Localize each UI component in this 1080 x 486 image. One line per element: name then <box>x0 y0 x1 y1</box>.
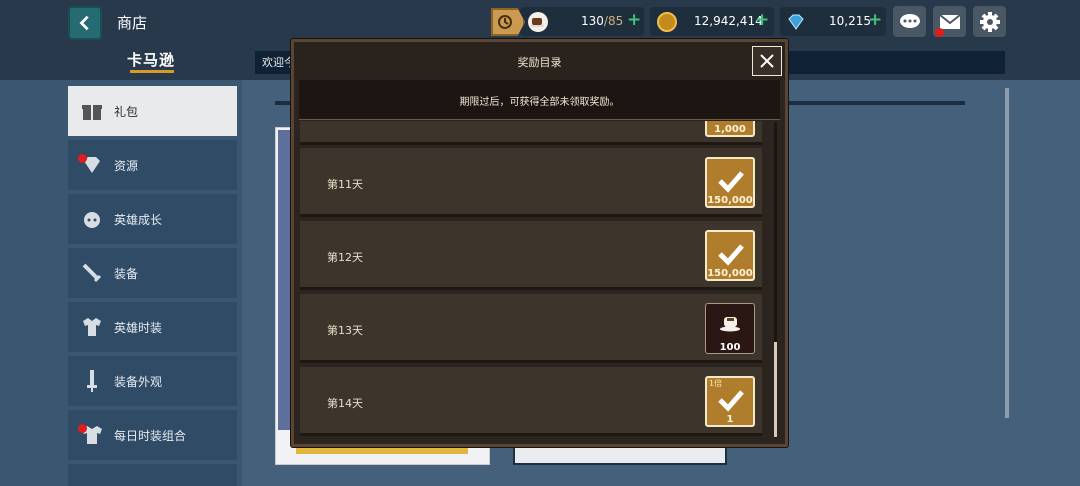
coffee-cup-icon <box>720 317 740 332</box>
reward-day-label: 第12天 <box>327 251 363 264</box>
reward-row: 第13天 100 <box>300 294 762 363</box>
stamina-value: 130 <box>581 14 604 28</box>
reward-quantity: 150,000 <box>707 268 753 279</box>
notification-dot <box>78 424 87 433</box>
sidebar-item-gift-pack[interactable]: 礼包 <box>68 86 237 136</box>
notice-text: 期限过后，可获得全部未领取奖励。 <box>459 97 620 108</box>
reward-quantity: 150,000 <box>707 195 753 206</box>
hero-growth-icon <box>80 207 104 231</box>
modal-title: 奖励目录 <box>517 56 562 69</box>
gold-value: 12,942,414 <box>694 14 763 28</box>
costume-icon <box>80 315 104 339</box>
coffee-cup-icon <box>528 12 548 32</box>
sword-icon <box>80 261 104 285</box>
sidebar-item-hero-growth[interactable]: 英雄成长 <box>68 194 237 244</box>
gem-counter: 10,215 + <box>780 7 886 36</box>
gem-icon <box>786 12 806 32</box>
reward-item[interactable]: 1,000 <box>705 121 755 137</box>
gift-icon <box>80 99 104 123</box>
sidebar-item-label: 英雄成长 <box>114 213 163 227</box>
content-scrollbar[interactable] <box>1005 88 1009 418</box>
notification-dot <box>78 154 87 163</box>
reward-day-label: 第14天 <box>327 397 363 410</box>
clock-icon <box>498 15 512 29</box>
modal-header: 奖励目录 <box>294 42 785 80</box>
mail-notification-dot <box>935 28 944 37</box>
settings-button[interactable] <box>973 6 1006 37</box>
sidebar-item-daily-costume[interactable]: 每日时装组合 <box>68 410 237 460</box>
sidebar-item-equipment[interactable]: 装备 <box>68 248 237 298</box>
mail-icon <box>938 13 961 29</box>
reward-item[interactable]: 100 <box>705 303 755 354</box>
back-button[interactable] <box>68 6 102 40</box>
gold-coin-icon <box>657 12 677 32</box>
sidebar-item-label: 装备 <box>114 267 139 281</box>
checkmark-icon <box>718 171 744 193</box>
sidebar-item-label: 英雄时装 <box>114 321 163 335</box>
reward-row: 第11天 150,000 <box>300 148 762 217</box>
checkmark-icon <box>718 390 744 412</box>
sidebar-item-more[interactable] <box>68 464 237 486</box>
close-icon <box>760 54 774 68</box>
mail-button[interactable] <box>933 6 966 37</box>
add-gold-button[interactable]: + <box>755 10 769 30</box>
sidebar-item-label: 每日时装组合 <box>114 429 187 443</box>
add-gem-button[interactable]: + <box>868 10 882 30</box>
sidebar-item-equipment-skin[interactable]: 装备外观 <box>68 356 237 406</box>
reward-item[interactable]: 1倍 1 <box>705 376 755 427</box>
page-title: 商店 <box>117 14 148 32</box>
reward-item[interactable]: 150,000 <box>705 157 755 208</box>
reward-row: 第14天 1倍 1 <box>300 367 762 436</box>
reward-item[interactable]: 150,000 <box>705 230 755 281</box>
notice-bar: 期限过后，可获得全部未领取奖励。 <box>299 80 780 120</box>
reward-list[interactable]: 1,000 第11天 150,000 第12天 150,000 第13天 100… <box>300 121 772 439</box>
equipment-skin-icon <box>80 369 104 393</box>
reward-quantity: 1,000 <box>714 124 746 135</box>
add-stamina-button[interactable]: + <box>627 10 641 30</box>
sidebar-item-label: 资源 <box>114 159 139 173</box>
reward-row: 1,000 <box>300 121 762 145</box>
brand-logo: 卡马逊 <box>127 51 176 69</box>
stamina-counter: 130/85 + <box>520 7 644 36</box>
modal-scrollbar-thumb[interactable] <box>774 342 777 437</box>
reward-row: 第12天 150,000 <box>300 221 762 290</box>
sidebar-item-resources[interactable]: 资源 <box>68 140 237 190</box>
gold-counter: 12,942,414 + <box>650 7 774 36</box>
category-sidebar: 礼包 资源 英雄成长 装备 英雄时装 装备外观 每日时装组合 <box>68 86 237 486</box>
reward-quantity: 1 <box>726 414 734 425</box>
sidebar-item-label: 装备外观 <box>114 375 163 389</box>
reward-list-modal: 奖励目录 期限过后，可获得全部未领取奖励。 1,000 第11天 150,000… <box>291 39 788 447</box>
reward-quantity: 100 <box>719 342 741 353</box>
chat-icon <box>899 13 920 28</box>
sidebar-item-label: 礼包 <box>114 105 139 119</box>
chat-button[interactable] <box>893 6 926 37</box>
reward-day-label: 第11天 <box>327 178 363 191</box>
reward-day-label: 第13天 <box>327 324 363 337</box>
stamina-max: /85 <box>603 14 624 28</box>
checkmark-icon <box>718 244 744 266</box>
chevron-left-icon <box>79 15 89 31</box>
gear-icon <box>979 11 1000 32</box>
close-button[interactable] <box>752 46 782 76</box>
sidebar-item-hero-costume[interactable]: 英雄时装 <box>68 302 237 352</box>
brand-underline <box>130 70 174 73</box>
gem-value: 10,215 <box>829 14 871 28</box>
